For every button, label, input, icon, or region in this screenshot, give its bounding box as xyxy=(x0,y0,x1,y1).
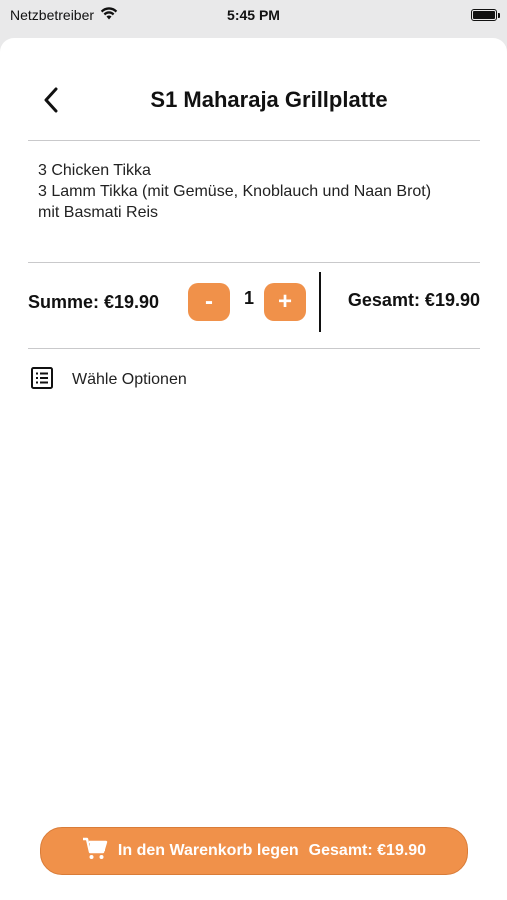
description-line: 3 Chicken Tikka xyxy=(38,162,151,179)
quantity-row: Summe: €19.90 - 1 + Gesamt: €19.90 xyxy=(28,272,480,332)
increment-button[interactable]: + xyxy=(264,283,306,321)
header: S1 Maharaja Grillplatte xyxy=(28,78,480,122)
divider-middle xyxy=(28,262,480,263)
product-description: 3 Chicken Tikka 3 Lamm Tikka (mit Gemüse… xyxy=(38,160,458,223)
quantity-value: 1 xyxy=(244,288,255,308)
wifi-icon xyxy=(100,7,118,23)
status-time: 5:45 PM xyxy=(227,7,280,23)
product-sheet: S1 Maharaja Grillplatte 3 Chicken Tikka … xyxy=(0,38,507,900)
status-left: Netzbetreiber xyxy=(10,7,118,23)
quantity-separator xyxy=(319,272,321,332)
back-button[interactable] xyxy=(38,86,64,114)
cart-button-text: In den Warenkorb legen Gesamt: €19.90 xyxy=(118,842,426,860)
plus-icon: + xyxy=(277,288,292,315)
divider-bottom xyxy=(28,348,480,349)
add-to-cart-button[interactable]: In den Warenkorb legen Gesamt: €19.90 xyxy=(40,827,468,875)
battery-icon xyxy=(471,9,500,21)
decrement-button[interactable]: - xyxy=(188,283,230,321)
divider-top xyxy=(28,140,480,141)
list-icon xyxy=(30,366,54,395)
cart-icon xyxy=(82,837,108,866)
choose-options-row[interactable]: Wähle Optionen xyxy=(30,366,187,394)
page-title: S1 Maharaja Grillplatte xyxy=(150,87,388,112)
carrier-label: Netzbetreiber xyxy=(10,7,95,23)
gesamt-label: Gesamt: €19.90 xyxy=(347,290,480,310)
status-bar: Netzbetreiber 5:45 PM xyxy=(0,0,507,30)
description-line: 3 Lamm Tikka (mit Gemüse, Knoblauch und … xyxy=(38,183,432,200)
description-line: mit Basmati Reis xyxy=(38,204,159,221)
chevron-left-icon xyxy=(44,87,58,113)
cart-button-total: Gesamt: €19.90 xyxy=(308,842,427,859)
cart-button-label: In den Warenkorb legen xyxy=(117,842,299,859)
choose-options-label: Wähle Optionen xyxy=(72,371,187,388)
minus-icon: - xyxy=(205,288,213,315)
summe-label: Summe: €19.90 xyxy=(28,291,160,312)
